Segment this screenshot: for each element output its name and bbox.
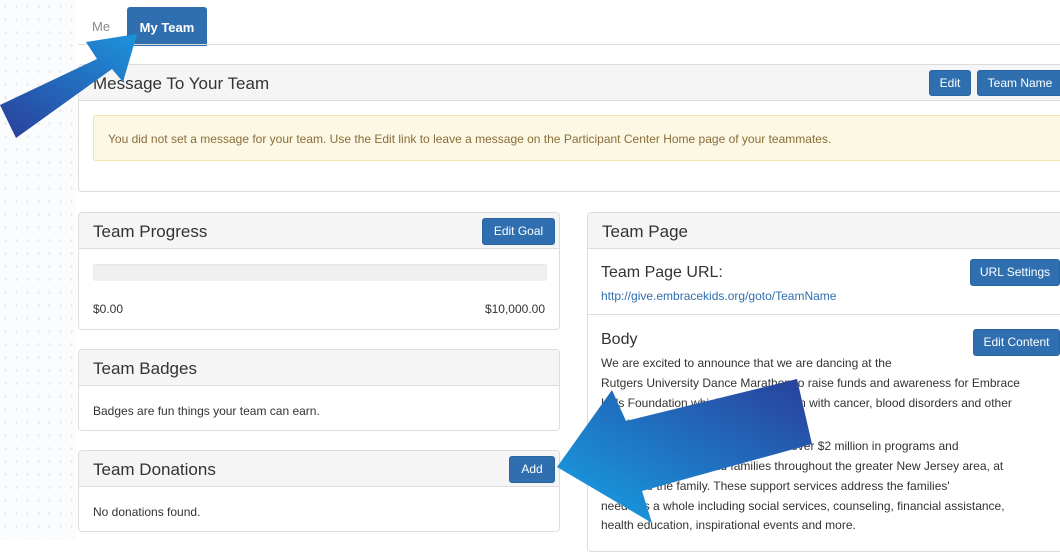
message-panel-title: Message To Your Team — [93, 74, 270, 93]
edit-message-button[interactable]: Edit — [929, 70, 971, 96]
team-badges-title: Team Badges — [93, 359, 197, 378]
team-badges-panel: Team Badges Badges are fun things your t… — [78, 349, 560, 431]
team-page-heading: Team Page — [588, 213, 1060, 249]
alert-text: You did not set a message for your team.… — [108, 132, 832, 146]
url-settings-button[interactable]: URL Settings — [970, 259, 1060, 286]
team-page-panel: Team Page Team Page URL: URL Settings ht… — [587, 212, 1060, 552]
team-donations-panel: Team Donations Add No donations found. — [78, 450, 560, 532]
team-donations-heading: Team Donations Add — [79, 451, 559, 487]
team-page-url-link[interactable]: http://give.embracekids.org/goto/TeamNam… — [601, 289, 836, 303]
background-pattern — [0, 0, 76, 539]
team-page-title: Team Page — [602, 222, 688, 241]
body-line: serious illnesses. — [601, 415, 693, 430]
body-heading: Body — [601, 331, 638, 348]
no-donations-text: No donations found. — [93, 505, 201, 519]
no-message-alert: You did not set a message for your team.… — [93, 115, 1060, 161]
tab-divider — [78, 44, 1060, 45]
body-text: We are excited to announce that we are d… — [601, 354, 1060, 536]
edit-goal-button[interactable]: Edit Goal — [482, 218, 555, 245]
body-line: Kids Foundation which serves children wi… — [601, 395, 1012, 410]
team-page-divider — [588, 314, 1060, 315]
team-badges-heading: Team Badges — [79, 350, 559, 386]
edit-content-button[interactable]: Edit Content — [973, 329, 1060, 356]
team-name-button[interactable]: Team Name — [977, 70, 1060, 96]
message-panel-heading: Message To Your Team Edit Team Name — [79, 65, 1060, 101]
amount-raised: $0.00 — [93, 302, 124, 316]
body-line: no cost to the family. These support ser… — [601, 478, 950, 493]
team-progress-heading: Team Progress Edit Goal — [79, 213, 559, 249]
goal-amount: $10,000.00 — [484, 302, 545, 316]
team-donations-title: Team Donations — [93, 460, 216, 479]
team-progress-bar — [93, 264, 547, 281]
team-progress-title: Team Progress — [93, 222, 208, 241]
body-line: We are excited to announce that we are d… — [601, 356, 892, 370]
body-line: services to children and families throug… — [601, 458, 1004, 473]
body-line: health education, inspirational events a… — [601, 518, 856, 533]
team-progress-panel: Team Progress Edit Goal $0.00 $10,000.00 — [78, 212, 560, 330]
message-panel: Message To Your Team Edit Team Name You … — [78, 64, 1060, 192]
body-line: Rutgers University Dance Marathon to rai… — [601, 375, 1020, 390]
team-page-url-heading: Team Page URL: — [601, 264, 723, 281]
add-donation-button[interactable]: Add — [509, 456, 555, 483]
badges-description: Badges are fun things your team can earn… — [93, 404, 320, 418]
tab-my-team[interactable]: My Team — [127, 7, 207, 46]
tab-me[interactable]: Me — [92, 19, 110, 34]
body-line: Embrace Kids Foundation provides over $2… — [601, 439, 959, 454]
body-line: needs as a whole including social servic… — [601, 498, 1005, 513]
